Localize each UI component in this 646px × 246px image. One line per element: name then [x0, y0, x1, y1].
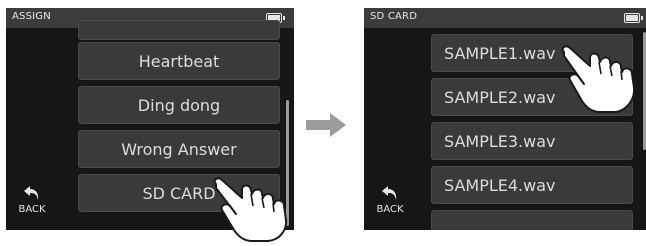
- list-item-sample4[interactable]: SAMPLE4.wav: [431, 166, 633, 204]
- back-label: BACK: [376, 204, 404, 215]
- back-arrow-icon: [382, 186, 397, 200]
- list-item-wrong-answer[interactable]: Wrong Answer: [78, 130, 280, 168]
- back-button[interactable]: BACK: [370, 184, 410, 218]
- list-item-partial[interactable]: [431, 210, 633, 230]
- list-item-partial[interactable]: [78, 20, 280, 40]
- battery-icon: [624, 13, 643, 23]
- pointing-hand-icon: [561, 45, 636, 113]
- right-arrow-icon: [306, 113, 346, 137]
- list-item-sample3[interactable]: SAMPLE3.wav: [431, 122, 633, 160]
- back-button[interactable]: BACK: [12, 184, 52, 218]
- list-item-ding-dong[interactable]: Ding dong: [78, 86, 280, 124]
- screen-title: SD CARD: [370, 11, 418, 22]
- pointing-hand-icon: [213, 177, 288, 242]
- back-arrow-icon: [24, 186, 39, 200]
- title-bar: SD CARD: [364, 8, 646, 28]
- list-item-heartbeat[interactable]: Heartbeat: [78, 42, 280, 80]
- screen-title: ASSIGN: [12, 11, 51, 22]
- back-label: BACK: [18, 204, 46, 215]
- sd-card-screen: SD CARD SAMPLE1.wav SAMPLE2.wav SAMPLE3.…: [364, 8, 646, 230]
